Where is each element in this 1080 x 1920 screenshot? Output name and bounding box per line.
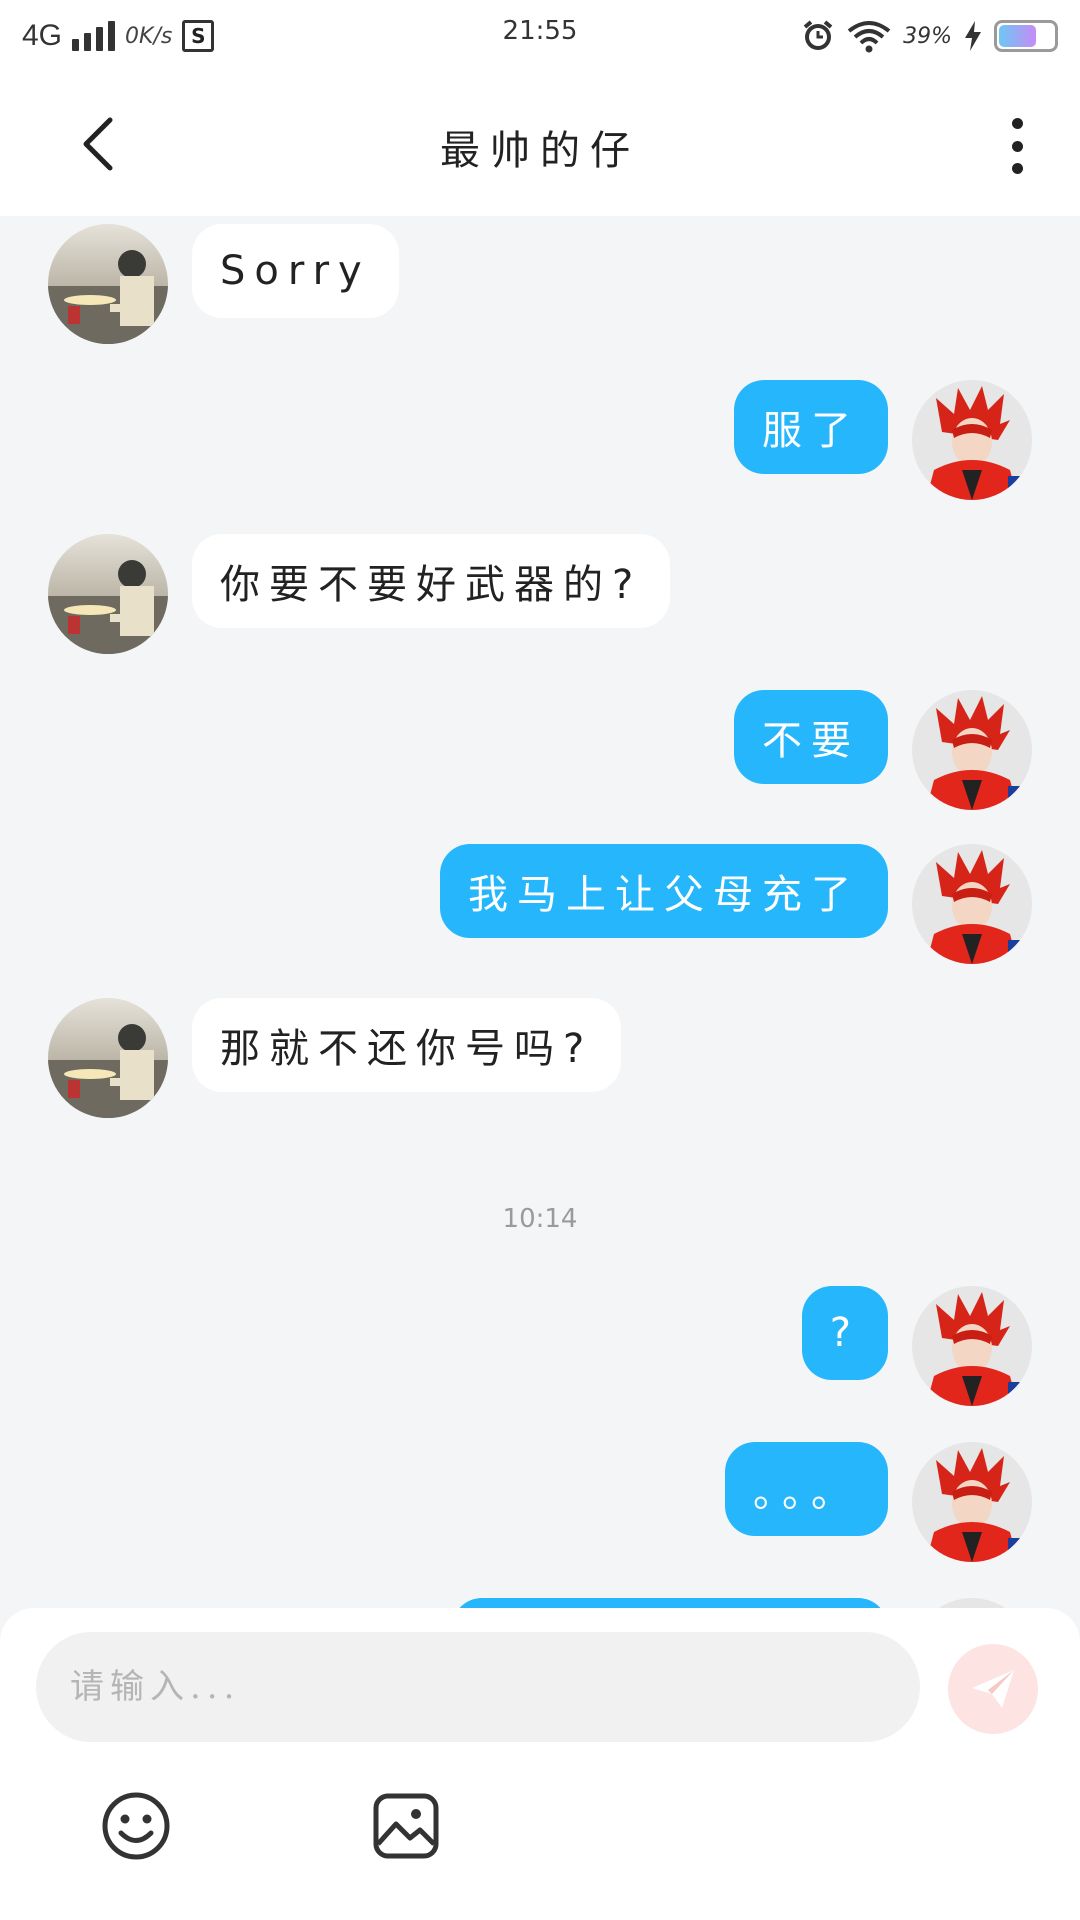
message-row-me: 。。。 <box>0 1442 1080 1562</box>
my-avatar[interactable] <box>912 844 1032 964</box>
my-avatar[interactable] <box>912 1286 1032 1406</box>
my-avatar[interactable] <box>912 1442 1032 1562</box>
message-bubble[interactable]: ? <box>801 1286 888 1380</box>
composer-panel <box>0 1608 1080 1920</box>
message-timestamp: 10:14 <box>502 1204 578 1234</box>
message-row-other: Sorry <box>0 224 1080 344</box>
battery-fill <box>999 25 1036 47</box>
image-icon <box>373 1793 439 1859</box>
message-input[interactable] <box>36 1632 920 1742</box>
message-row-me: 服了 <box>0 380 1080 500</box>
message-row-other: 那就不还你号吗? <box>0 998 1080 1118</box>
message-row-me-partial <box>0 1598 1080 1608</box>
wifi-icon <box>847 21 891 53</box>
message-bubble[interactable]: 不要 <box>734 690 888 784</box>
more-options-button[interactable] <box>1002 118 1032 174</box>
my-avatar[interactable] <box>912 1598 1032 1608</box>
message-row-me: ? <box>0 1286 1080 1406</box>
contact-avatar[interactable] <box>48 534 168 654</box>
message-list[interactable]: Sorry 服了 你要不要好武器的? 不要 我马上让父母充了 那就不还你号吗? … <box>0 216 1080 1608</box>
message-bubble[interactable]: 。。。 <box>725 1442 888 1536</box>
status-bar: 4G 0K/s S 21:55 39% <box>0 0 1080 72</box>
contact-avatar[interactable] <box>48 224 168 344</box>
battery-percent: 39% <box>903 23 952 49</box>
battery-icon <box>994 20 1058 52</box>
alarm-icon <box>803 20 833 50</box>
message-bubble[interactable]: 我马上让父母充了 <box>440 844 888 938</box>
message-bubble-partial[interactable] <box>452 1598 888 1608</box>
chat-title: 最帅的仔 <box>440 128 640 174</box>
message-bubble[interactable]: 你要不要好武器的? <box>192 534 671 628</box>
send-icon <box>972 1670 1014 1708</box>
status-right: 39% <box>801 14 1058 58</box>
message-bubble[interactable]: 那就不还你号吗? <box>192 998 622 1092</box>
message-bubble[interactable]: 服了 <box>734 380 888 474</box>
my-avatar[interactable] <box>912 690 1032 810</box>
message-row-me: 我马上让父母充了 <box>0 844 1080 964</box>
message-row-other: 你要不要好武器的? <box>0 534 1080 654</box>
more-dot-icon <box>1011 140 1023 152</box>
more-dot-icon <box>1011 118 1023 129</box>
image-button[interactable] <box>370 1790 442 1862</box>
message-row-me: 不要 <box>0 690 1080 810</box>
emoji-button[interactable] <box>100 1790 172 1862</box>
smiley-icon <box>102 1792 170 1860</box>
charging-icon <box>965 21 981 51</box>
send-button[interactable] <box>948 1644 1038 1734</box>
my-avatar[interactable] <box>912 380 1032 500</box>
more-dot-icon <box>1011 163 1023 174</box>
message-bubble[interactable]: Sorry <box>192 224 399 318</box>
contact-avatar[interactable] <box>48 998 168 1118</box>
chat-header: 最帅的仔 <box>0 72 1080 216</box>
